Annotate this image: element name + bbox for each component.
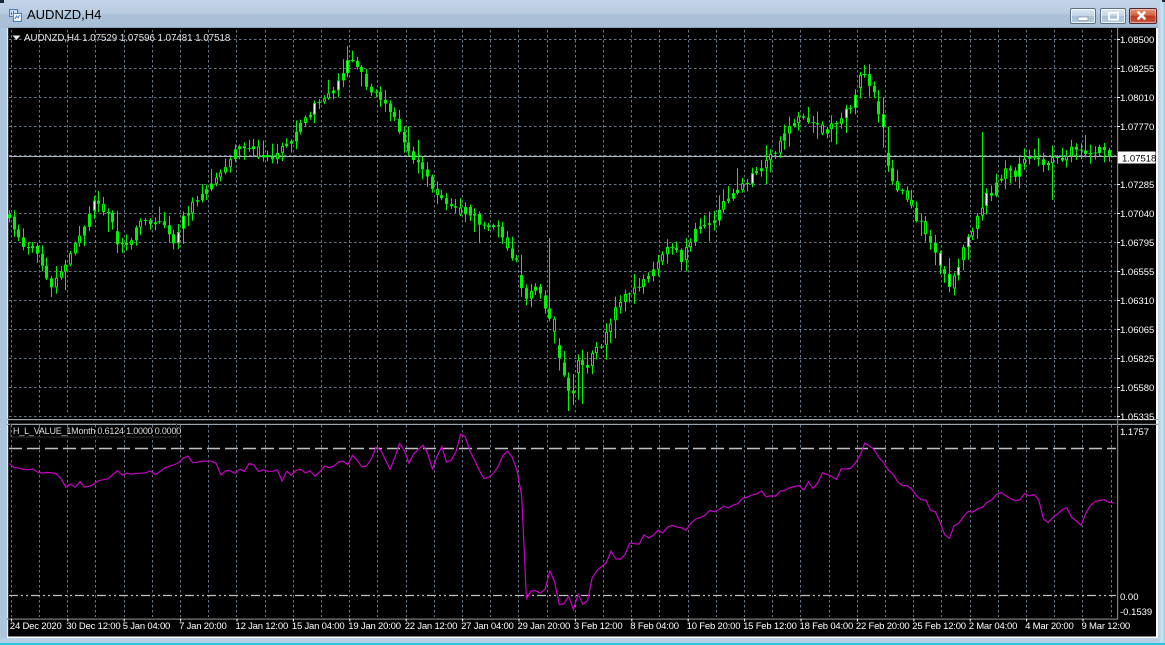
svg-text:18 Feb 04:00: 18 Feb 04:00 bbox=[800, 621, 854, 632]
svg-text:AUDNZD,H4 1.07529 1.07596 1.0: AUDNZD,H4 1.07529 1.07596 1.07481 1.0751… bbox=[24, 33, 230, 44]
svg-text:1.08500: 1.08500 bbox=[1120, 35, 1154, 46]
svg-text:3 Feb 12:00: 3 Feb 12:00 bbox=[574, 621, 623, 632]
svg-text:1.06555: 1.06555 bbox=[1120, 267, 1154, 278]
svg-text:1.08010: 1.08010 bbox=[1120, 93, 1154, 104]
svg-text:2 Mar 04:00: 2 Mar 04:00 bbox=[969, 621, 1018, 632]
svg-text:1.08255: 1.08255 bbox=[1120, 64, 1154, 75]
svg-text:30 Dec 12:00: 30 Dec 12:00 bbox=[66, 621, 120, 632]
svg-text:1.06310: 1.06310 bbox=[1120, 296, 1154, 307]
svg-text:0.00: 0.00 bbox=[1120, 592, 1139, 603]
svg-text:1.05580: 1.05580 bbox=[1120, 383, 1154, 394]
svg-text:27 Jan 04:00: 27 Jan 04:00 bbox=[461, 621, 514, 632]
svg-text:7 Jan 20:00: 7 Jan 20:00 bbox=[179, 621, 226, 632]
svg-text:1.1757: 1.1757 bbox=[1120, 427, 1149, 438]
svg-text:24 Dec 2020: 24 Dec 2020 bbox=[10, 621, 62, 632]
svg-text:19 Jan 20:00: 19 Jan 20:00 bbox=[348, 621, 401, 632]
svg-text:25 Feb 12:00: 25 Feb 12:00 bbox=[912, 621, 966, 632]
svg-text:29 Jan 20:00: 29 Jan 20:00 bbox=[518, 621, 571, 632]
svg-text:1.07285: 1.07285 bbox=[1120, 180, 1154, 191]
svg-text:-0.1539: -0.1539 bbox=[1120, 607, 1152, 618]
svg-text:1.07518: 1.07518 bbox=[1122, 154, 1156, 165]
svg-text:9 Mar 12:00: 9 Mar 12:00 bbox=[1082, 621, 1131, 632]
svg-text:1.05825: 1.05825 bbox=[1120, 354, 1154, 365]
svg-text:1.07770: 1.07770 bbox=[1120, 122, 1154, 133]
svg-text:H_L_VALUE_1Month 0.6124 1.0000: H_L_VALUE_1Month 0.6124 1.0000 0.0000 bbox=[13, 426, 181, 436]
svg-text:12 Jan 12:00: 12 Jan 12:00 bbox=[236, 621, 289, 632]
svg-text:5 Jan 04:00: 5 Jan 04:00 bbox=[123, 621, 170, 632]
svg-text:15 Jan 04:00: 15 Jan 04:00 bbox=[292, 621, 345, 632]
svg-text:1.07040: 1.07040 bbox=[1120, 209, 1154, 220]
svg-text:4 Mar 20:00: 4 Mar 20:00 bbox=[1025, 621, 1074, 632]
svg-text:1.06795: 1.06795 bbox=[1120, 238, 1154, 249]
svg-text:22 Feb 20:00: 22 Feb 20:00 bbox=[856, 621, 910, 632]
svg-text:10 Feb 20:00: 10 Feb 20:00 bbox=[687, 621, 741, 632]
svg-text:22 Jan 12:00: 22 Jan 12:00 bbox=[405, 621, 458, 632]
svg-text:1.05335: 1.05335 bbox=[1120, 412, 1154, 423]
svg-text:15 Feb 12:00: 15 Feb 12:00 bbox=[743, 621, 797, 632]
svg-text:1.06065: 1.06065 bbox=[1120, 325, 1154, 336]
svg-text:8 Feb 04:00: 8 Feb 04:00 bbox=[630, 621, 679, 632]
